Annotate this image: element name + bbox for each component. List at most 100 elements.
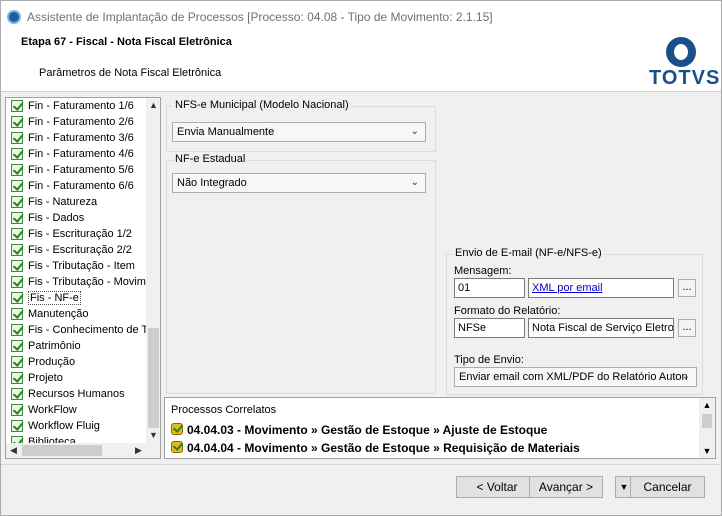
checked-icon — [11, 340, 23, 352]
tree-item[interactable]: Patrimônio — [6, 338, 146, 354]
footer-divider — [0, 464, 722, 465]
scroll-down-icon[interactable]: ▼ — [146, 428, 160, 443]
tipo-envio-label: Tipo de Envio: — [454, 354, 524, 366]
scroll-left-icon[interactable]: ◀ — [6, 443, 21, 458]
scroll-thumb[interactable] — [702, 414, 712, 428]
tree-item-label: Fin - Faturamento 4/6 — [28, 148, 134, 160]
tree-item[interactable]: Fin - Faturamento 3/6 — [6, 130, 146, 146]
checked-icon — [11, 116, 23, 128]
tree-vertical-scrollbar[interactable]: ▲ ▼ — [146, 98, 160, 443]
tipo-envio-value: Enviar email com XML/PDF do Relatório Au… — [459, 371, 688, 383]
tree-item[interactable]: Fis - Escrituração 1/2 — [6, 226, 146, 242]
checked-icon — [11, 212, 23, 224]
tree-item[interactable]: Projeto — [6, 370, 146, 386]
tree-item-label: Workflow Fluig — [28, 420, 100, 432]
tipo-envio-select[interactable]: Enviar email com XML/PDF do Relatório Au… — [454, 367, 697, 387]
mensagem-code-field[interactable]: 01 — [454, 278, 525, 298]
formato-lookup-button[interactable]: ... — [678, 319, 696, 337]
tree-item-label: Fis - Escrituração 2/2 — [28, 244, 132, 256]
tree-item[interactable]: Biblioteca — [6, 434, 146, 443]
tree-item-label: WorkFlow — [28, 404, 77, 416]
formato-label: Formato do Relatório: — [454, 305, 561, 317]
back-button[interactable]: < Voltar — [456, 476, 538, 498]
correlato-item[interactable]: 04.04.03 - Movimento » Gestão de Estoque… — [171, 422, 547, 438]
checked-icon — [11, 436, 23, 443]
scroll-thumb[interactable] — [148, 328, 159, 428]
email-group: Envio de E-mail (NF-e/NFS-e) Mensagem: 0… — [446, 247, 703, 395]
tree-item[interactable]: Fis - NF-e — [6, 290, 146, 306]
email-group-title: Envio de E-mail (NF-e/NFS-e) — [453, 247, 604, 259]
tree-item-label: Recursos Humanos — [28, 388, 125, 400]
tree-item[interactable]: Fis - Tributação - Movime — [6, 274, 146, 290]
process-check-icon — [171, 423, 183, 435]
tree-item[interactable]: Fin - Faturamento 5/6 — [6, 162, 146, 178]
mensagem-desc-link[interactable]: XML por email — [528, 278, 674, 298]
mensagem-lookup-button[interactable]: ... — [678, 279, 696, 297]
tree-item[interactable]: Fis - Dados — [6, 210, 146, 226]
tree-item-label: Fin - Faturamento 1/6 — [28, 100, 134, 112]
tree-item[interactable]: Fis - Conhecimento de T — [6, 322, 146, 338]
tree-item[interactable]: Fis - Escrituração 2/2 — [6, 242, 146, 258]
nfse-group: NFS-e Municipal (Modelo Nacional) Envia … — [166, 99, 436, 152]
tree-item-label: Fin - Faturamento 2/6 — [28, 116, 134, 128]
checked-icon — [11, 276, 23, 288]
processos-correlatos-panel[interactable]: Processos Correlatos 04.04.03 - Moviment… — [164, 397, 716, 459]
mensagem-label: Mensagem: — [454, 265, 512, 277]
formato-desc-field[interactable]: Nota Fiscal de Serviço Eletron — [528, 318, 674, 338]
checked-icon — [11, 148, 23, 160]
checked-icon — [11, 388, 23, 400]
scroll-right-icon[interactable]: ▶ — [131, 443, 146, 458]
checked-icon — [11, 308, 23, 320]
tree-item-label: Fis - NF-e — [28, 291, 81, 305]
correlatos-scrollbar[interactable]: ▲ ▼ — [699, 398, 715, 458]
checked-icon — [11, 164, 23, 176]
checked-icon — [11, 180, 23, 192]
nfe-select[interactable]: Não Integrado ⌄ — [172, 173, 426, 193]
checked-icon — [11, 292, 23, 304]
correlato-label: 04.04.03 - Movimento » Gestão de Estoque… — [187, 423, 548, 437]
nfe-group-title: NF-e Estadual — [173, 153, 248, 165]
totvs-logo: TOTVS — [649, 35, 719, 89]
nfse-select[interactable]: Envia Manualmente ⌄ — [172, 122, 426, 142]
tree-item[interactable]: Workflow Fluig — [6, 418, 146, 434]
correlato-item[interactable]: 04.04.04 - Movimento » Gestão de Estoque… — [171, 440, 580, 456]
tree-item[interactable]: Fin - Faturamento 2/6 — [6, 114, 146, 130]
tree-item[interactable]: Manutenção — [6, 306, 146, 322]
tree-item[interactable]: Fis - Tributação - Item — [6, 258, 146, 274]
tree-item[interactable]: Fin - Faturamento 1/6 — [6, 98, 146, 114]
tree-item-label: Projeto — [28, 372, 63, 384]
nfe-group: NF-e Estadual Não Integrado ⌄ — [166, 153, 436, 394]
tree-item[interactable]: Fin - Faturamento 4/6 — [6, 146, 146, 162]
tree-item-label: Fis - Tributação - Item — [28, 260, 135, 272]
tree-horizontal-scrollbar[interactable]: ◀ ▶ — [6, 443, 160, 458]
scroll-down-icon[interactable]: ▼ — [699, 444, 715, 458]
tree-item-label: Biblioteca — [28, 436, 76, 443]
scroll-up-icon[interactable]: ▲ — [146, 98, 160, 113]
chevron-down-icon: ⌄ — [681, 371, 690, 382]
chevron-down-icon: ⌄ — [410, 177, 419, 188]
scroll-up-icon[interactable]: ▲ — [699, 398, 715, 412]
checked-icon — [11, 228, 23, 240]
cancel-button[interactable]: Cancelar — [630, 476, 705, 498]
tree-item[interactable]: Produção — [6, 354, 146, 370]
checked-icon — [11, 356, 23, 368]
tree-item-label: Fis - Natureza — [28, 196, 98, 208]
tree-item[interactable]: Recursos Humanos — [6, 386, 146, 402]
scroll-thumb-horizontal[interactable] — [22, 445, 102, 456]
tree-item[interactable]: WorkFlow — [6, 402, 146, 418]
app-icon — [7, 10, 21, 24]
wizard-header: Etapa 67 - Fiscal - Nota Fiscal Eletrôni… — [0, 31, 722, 92]
tree-item-label: Fis - Escrituração 1/2 — [28, 228, 132, 240]
tree-item[interactable]: Fis - Natureza — [6, 194, 146, 210]
tree-item[interactable]: Fin - Faturamento 6/6 — [6, 178, 146, 194]
formato-code-field[interactable]: NFSe — [454, 318, 525, 338]
correlatos-title: Processos Correlatos — [171, 404, 277, 416]
tree-item-label: Patrimônio — [28, 340, 81, 352]
title-bar: Assistente de Implantação de Processos [… — [0, 0, 722, 31]
next-button[interactable]: Avançar > — [529, 476, 603, 498]
tree-item-label: Fin - Faturamento 6/6 — [28, 180, 134, 192]
tree-item-label: Fin - Faturamento 3/6 — [28, 132, 134, 144]
logo-ring-icon — [666, 37, 696, 67]
step-tree[interactable]: Fin - Faturamento 1/6 Fin - Faturamento 2… — [5, 97, 161, 459]
nfse-select-value: Envia Manualmente — [177, 126, 275, 138]
